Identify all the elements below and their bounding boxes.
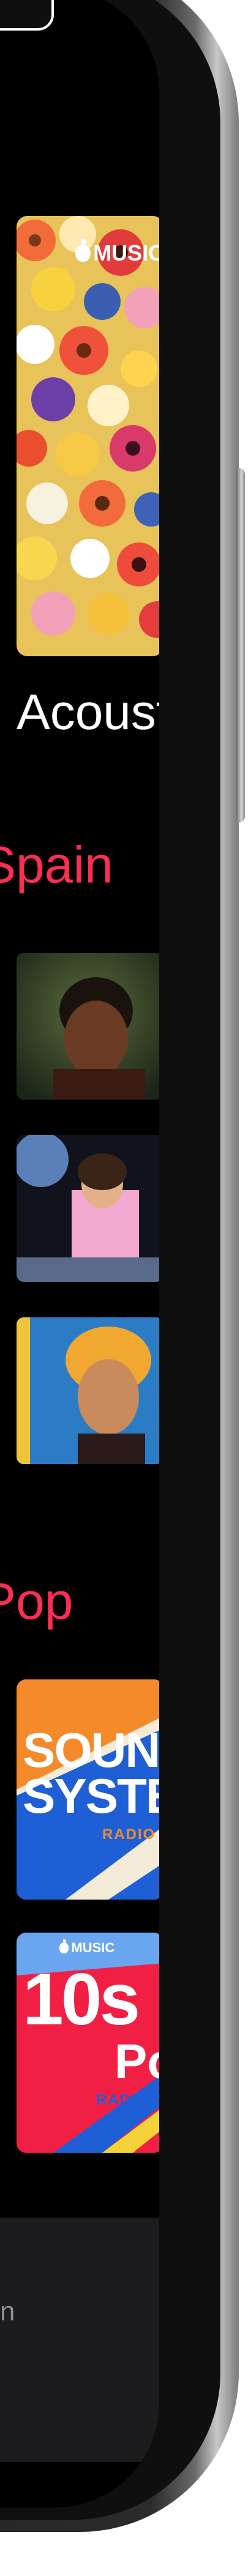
- section-title-spain[interactable]: Spain: [0, 835, 113, 895]
- artist-tile[interactable]: [17, 1317, 159, 1464]
- apple-music-badge-text: MUSIC: [93, 240, 159, 265]
- apple-logo-icon: [59, 1939, 69, 1953]
- featured-playlist-caption: Acoustic: [17, 684, 159, 740]
- tab-bar: [0, 2218, 159, 2462]
- featured-playlist-artwork[interactable]: MUSIC: [17, 216, 159, 656]
- phone-screen: MUSIC Acoustic Spain: [0, 0, 159, 2508]
- section-title-pop[interactable]: Pop: [0, 1572, 73, 1631]
- side-button: [236, 468, 245, 823]
- radio-station-tile[interactable]: SOUND SYSTEM RADIO: [17, 1679, 159, 1900]
- tab-bar-label[interactable]: n: [0, 2297, 15, 2327]
- radio-tile-line-2: SYSTEM: [23, 1769, 159, 1823]
- artist-photo-1: [17, 953, 159, 1100]
- artist-tile[interactable]: [17, 1135, 159, 1282]
- phone-mockup: MUSIC Acoustic Spain: [0, 0, 251, 2576]
- radio-tile-badge-text: MUSIC: [71, 1940, 115, 1955]
- radio-tile-line-3: RADIO: [102, 1826, 156, 1843]
- status-bar-notch: [0, 0, 54, 31]
- radio-station-tile[interactable]: MUSIC 10s Pop RADIO: [17, 1933, 159, 2153]
- flower-artwork: [17, 216, 159, 656]
- apple-music-badge: MUSIC: [75, 239, 159, 266]
- radio-tile-line-1: 10s: [23, 1958, 140, 2040]
- music-screen-content: MUSIC Acoustic Spain: [0, 0, 159, 2508]
- artist-photo-2: [17, 1135, 159, 1282]
- artist-tile[interactable]: [17, 953, 159, 1100]
- apple-logo-icon: [75, 239, 91, 262]
- artist-photo-3: [17, 1317, 159, 1464]
- radio-tile-line-3: RADIO: [96, 2092, 150, 2108]
- apple-music-badge: MUSIC: [59, 1939, 115, 1956]
- radio-tile-line-2: Pop: [114, 2034, 159, 2089]
